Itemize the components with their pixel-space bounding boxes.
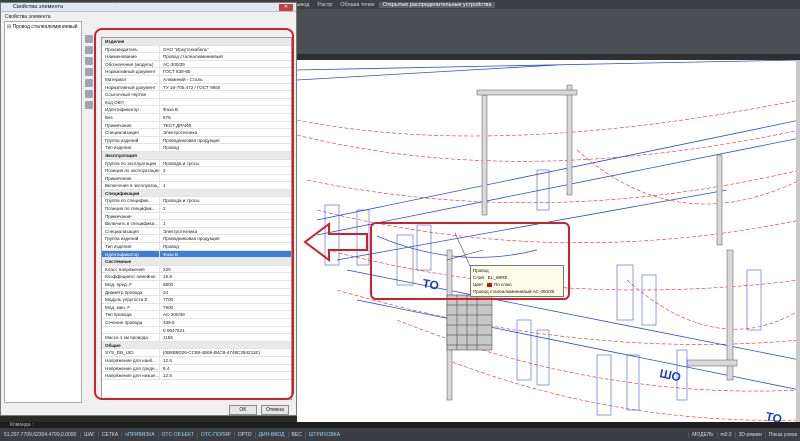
- status-toggle[interactable]: ДИН-ВВОД: [254, 431, 288, 438]
- scale-readout[interactable]: m0:2: [716, 431, 735, 438]
- tooltip-color-row: Цвет По слою: [473, 281, 561, 288]
- tooltip-title: Провод: [473, 268, 489, 273]
- show-nodes-button[interactable]: Показ узлов: [764, 431, 800, 438]
- add-icon[interactable]: [85, 35, 93, 43]
- ok-button[interactable]: OK: [229, 405, 257, 415]
- mode-3d-button[interactable]: 3D-режим: [734, 431, 765, 438]
- close-icon[interactable]: ✕: [279, 4, 293, 11]
- delete-icon[interactable]: [85, 101, 93, 109]
- status-toggle[interactable]: ОТС-ОБЪЕКТ: [157, 431, 197, 438]
- tree-tools: [84, 33, 94, 112]
- status-right: МОДЕЛЬ m0:2 3D-режим Показ узлов: [688, 431, 800, 438]
- tree-item[interactable]: ⊟ Провод сталеалюминиевый: [7, 24, 79, 30]
- model-tab[interactable]: МОДЕЛЬ: [688, 431, 716, 438]
- ribbon-tab[interactable]: Открытые распределительные устройства: [378, 1, 496, 8]
- filter-icon[interactable]: [85, 90, 93, 98]
- cut-icon[interactable]: [85, 68, 93, 76]
- object-tooltip: Провод Слой EL_WIRE Цвет По слою Провод …: [470, 265, 564, 297]
- tooltip-color-label: Цвет: [473, 282, 484, 287]
- edit-icon[interactable]: [85, 79, 93, 87]
- viewport-scrollbar[interactable]: [796, 60, 800, 428]
- tree-header: Свойства элемента: [5, 14, 51, 20]
- dialog-title: Свойства элемента: [1, 3, 296, 12]
- status-toggle[interactable]: СЕТКА: [97, 431, 121, 438]
- status-toggle[interactable]: ШАГ: [80, 431, 98, 438]
- color-swatch-icon: [486, 282, 492, 287]
- paste-icon[interactable]: [85, 57, 93, 65]
- tooltip-layer-row: Слой EL_WIRE: [473, 274, 561, 281]
- status-toggle[interactable]: ОТС-ПОЛЯР: [197, 431, 234, 438]
- tooltip-layer-label: Слой: [473, 275, 484, 280]
- annotation-arrow-icon: [303, 222, 368, 262]
- tree-item-label: Провод сталеалюминиевый: [12, 24, 78, 30]
- ribbon-tab[interactable]: Облака точек: [336, 2, 378, 8]
- status-toggle[interactable]: ОРТО: [233, 431, 255, 438]
- status-toggle[interactable]: ШТРИХОВКА: [304, 431, 343, 438]
- status-bar: 51,297.7709,62304.4799,0.0000 ШАГ СЕТКА оП…: [0, 428, 800, 441]
- status-toggle[interactable]: оПРИВЯЗКА: [121, 431, 157, 438]
- status-toggle[interactable]: ВЕС: [287, 431, 305, 438]
- element-tree[interactable]: ⊟ Провод сталеалюминиевый: [4, 21, 82, 403]
- cancel-button[interactable]: Отмена: [261, 405, 289, 415]
- cursor-coordinates: 51,297.7709,62304.4799,0.0000: [4, 431, 77, 438]
- viewport-label-2: ШО: [658, 366, 682, 384]
- tooltip-layer-value: EL_WIRE: [487, 275, 508, 280]
- tooltip-color-value: По слою: [493, 282, 512, 287]
- tooltip-description: Провод сталеалюминиевый АС-300/39: [473, 289, 555, 294]
- copy-icon[interactable]: [85, 46, 93, 54]
- annotation-frame-properties: [94, 28, 294, 400]
- ribbon-tab[interactable]: Растр: [313, 2, 336, 8]
